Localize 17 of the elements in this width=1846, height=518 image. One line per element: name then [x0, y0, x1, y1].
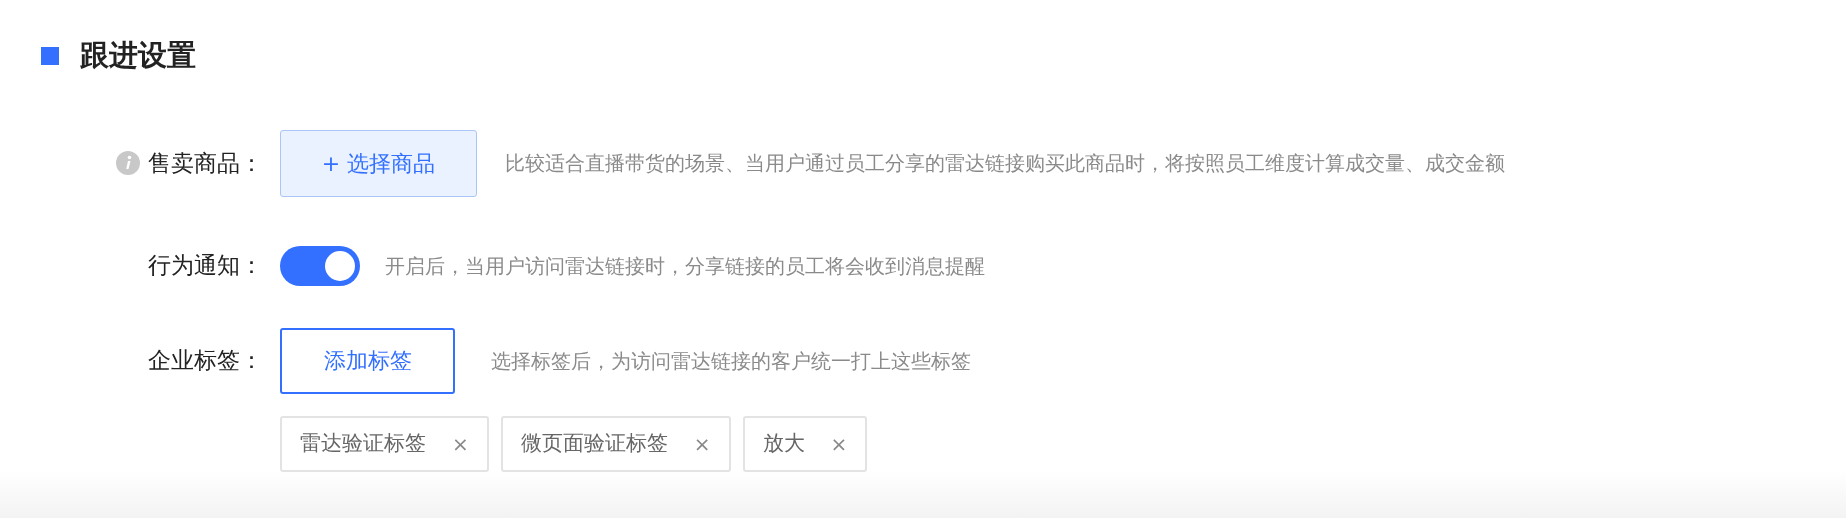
add-tag-button[interactable]: 添加标签: [280, 327, 455, 394]
tag-text: 微页面验证标签: [520, 429, 668, 457]
remove-tag-button[interactable]: ×: [693, 428, 711, 459]
tag-text: 放大: [762, 429, 805, 457]
field-label: 行为通知：: [148, 251, 264, 281]
field-label: 企业标签：: [148, 346, 264, 376]
select-product-button[interactable]: + 选择商品: [280, 129, 477, 197]
section-marker: [41, 46, 59, 65]
field-label: 售卖商品：: [148, 148, 264, 178]
remove-tag-button[interactable]: ×: [452, 428, 469, 459]
hint-text: 选择标签后，为访问雷达链接的客户统一打上这些标签: [491, 347, 971, 375]
hint-text: 开启后，当用户访问雷达链接时，分享链接的员工将会收到消息提醒: [385, 252, 985, 280]
tag-text: 雷达验证标签: [300, 429, 426, 457]
hint-text: 比较适合直播带货的场景、当用户通过员工分享的雷达链接购买此商品时，将按照员工维度计算成交量、成交金额: [505, 150, 1505, 177]
toggle-switch[interactable]: [280, 245, 360, 286]
remove-tag-button[interactable]: ×: [830, 428, 848, 459]
section-title: 跟进设置: [80, 37, 196, 74]
